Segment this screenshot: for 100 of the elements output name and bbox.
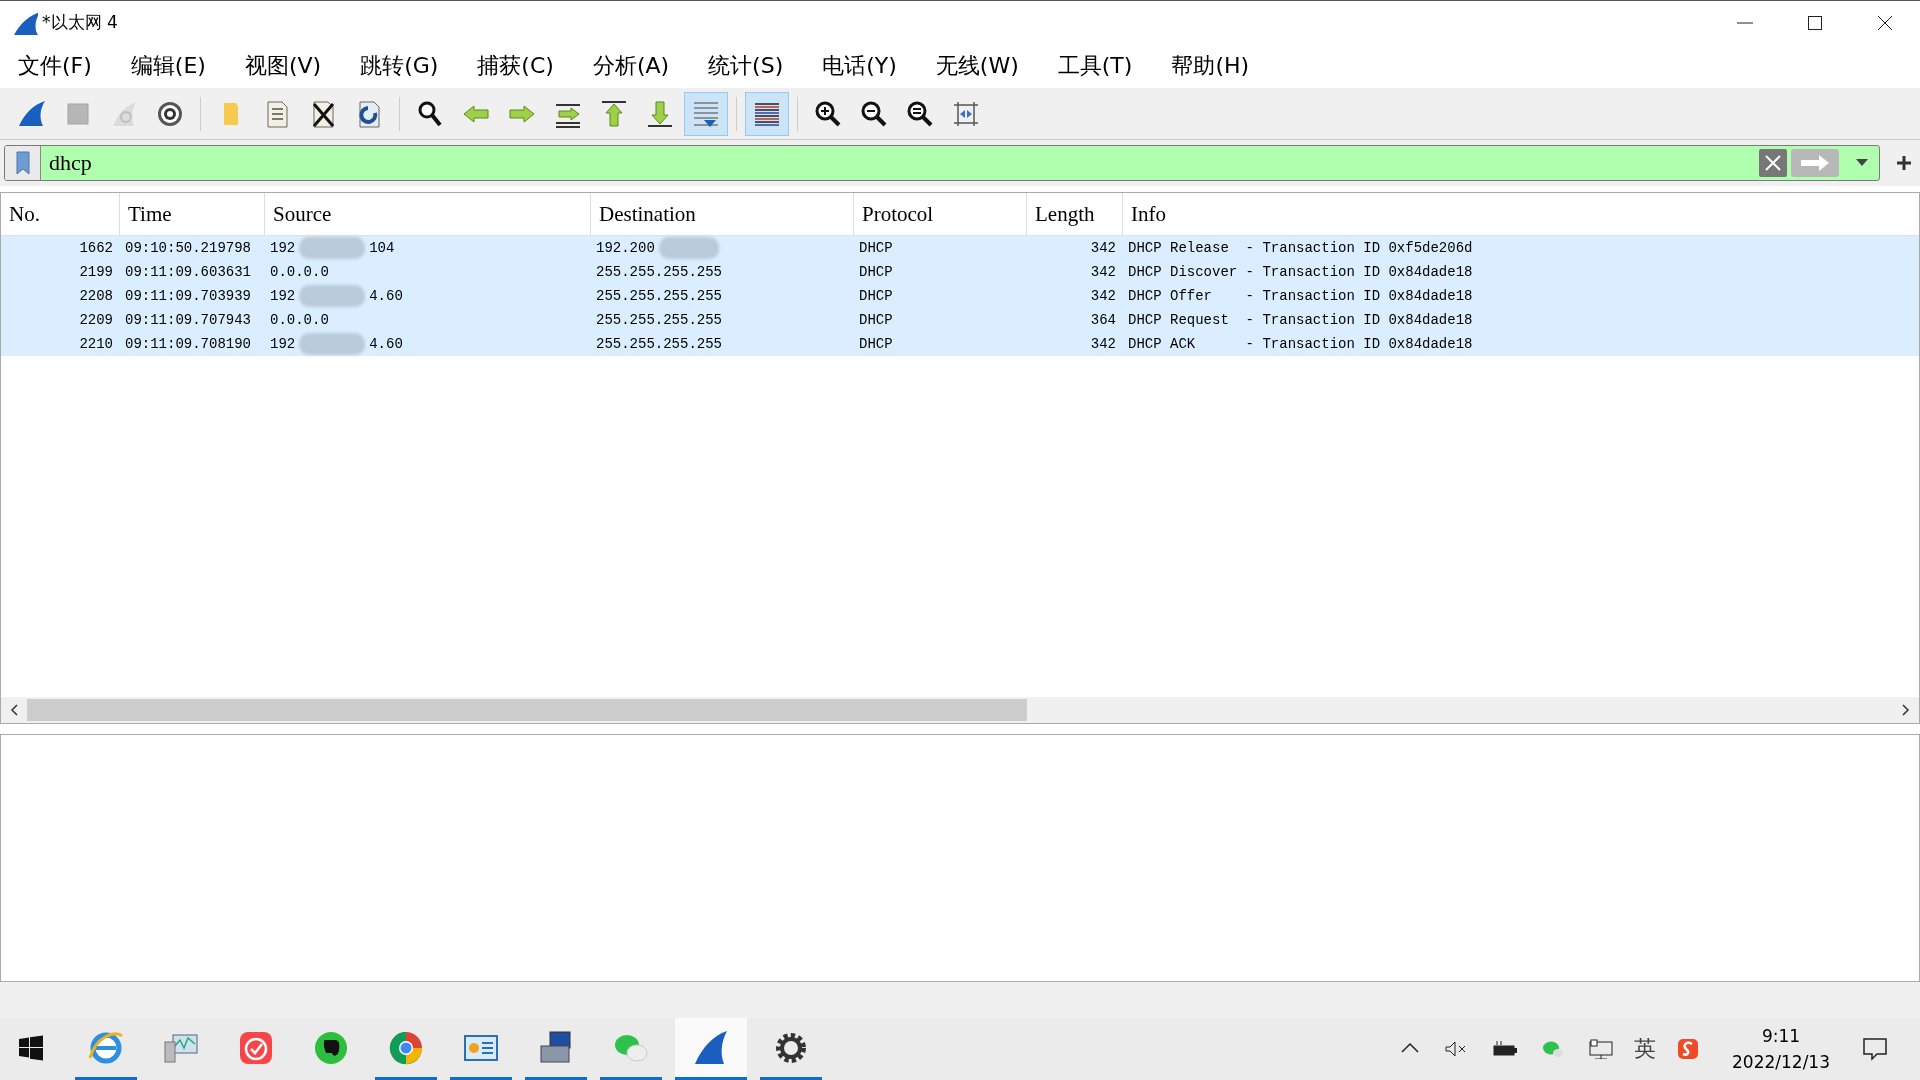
autoscroll-icon [691,99,721,129]
menu-item[interactable]: 分析(A) [580,51,682,81]
windows-logo-icon [18,1034,44,1061]
network-icon[interactable] [1588,1039,1614,1059]
table-cell: 192.200 [596,240,655,256]
clock-time: 9:11 [1761,1025,1801,1048]
menu-item[interactable]: 统计(S) [696,51,796,81]
table-cell: 255.255.255.255 [596,264,723,280]
table-cell-text: DHCP [858,312,894,328]
table-cell-text: 2199 [78,264,114,280]
table-cell-text: DHCP [858,264,894,280]
clock-date: 2022/12/13 [1732,1051,1830,1074]
menu-item[interactable]: 电话(Y) [810,51,909,81]
s-logo-icon[interactable] [1676,1037,1700,1061]
column-header[interactable]: Source [264,193,590,235]
menu-item[interactable]: 工具(T) [1045,51,1145,81]
column-header[interactable]: Destination [590,193,853,235]
table-cell-text: 2210 [78,336,114,352]
table-cell: 0.0.0.0 [270,312,329,328]
table-cell-text: 2208 [78,288,114,304]
table-cell: 192 [270,336,296,352]
table-cell: 104 [369,240,395,256]
notification-icon[interactable] [1862,1037,1888,1061]
maximize-icon [1806,13,1824,32]
table-cell-text: DHCP Offer - Transaction ID 0x84dade18 [1127,288,1474,304]
menu-item[interactable]: 帮助(H) [1159,51,1262,81]
filter-bar[interactable]: dhcp [4,145,1880,181]
menu-item[interactable]: 捕获(C) [465,51,566,81]
table-cell: 4.60 [369,336,403,352]
table-cell-text: 364 [1089,312,1117,328]
table-cell-text: 342 [1089,240,1117,256]
clock[interactable]: 9:11 2022/12/13 [1732,1023,1830,1075]
table-cell-text: DHCP [858,336,894,352]
menu-item[interactable]: 跳转(G) [348,51,451,81]
bookmark-icon [15,151,30,175]
column-header[interactable]: Info [1122,193,1919,235]
battery-icon[interactable] [1492,1039,1518,1059]
table-cell: 0.0.0.0 [270,264,329,280]
zoom-out-icon [859,99,889,129]
packet-row[interactable]: 1662 09:10:50.219798 192 104 192.200 DHCP 342 DHCP Release - Transaction ID 0xf5de206d [1,236,1919,260]
menu-item[interactable]: 文件(F) [6,51,104,81]
menu-item[interactable]: 视图(V) [232,51,334,81]
redaction-blur [299,333,366,355]
table-cell: 4.60 [369,288,403,304]
redaction-blur [299,237,366,259]
table-cell-text: 09:11:09.703939 [124,288,253,304]
table-cell: 192 [270,288,296,304]
zoom-in-icon [813,99,843,129]
shark-fin-icon [17,99,47,129]
up-arrow-icon [599,99,629,129]
settings-icon [155,99,185,129]
table-cell-text: DHCP [858,288,894,304]
minimize-icon [1737,21,1753,24]
menu-item[interactable]: 无线(W) [923,51,1031,81]
resize-columns-icon [951,99,981,129]
column-header[interactable]: No. [1,193,119,235]
table-cell: 255.255.255.255 [596,336,723,352]
table-cell-text: DHCP Request - Transaction ID 0x84dade18 [1127,312,1474,328]
table-cell-text: 1662 [78,240,114,256]
close-icon [1876,13,1894,32]
packet-row[interactable]: 2209 09:11:09.707943 0.0.0.0 255.255.255.255 DHCP 364 DHCP Request - Transaction ID 0x84dade18 [1,308,1919,332]
add-button[interactable] [1894,153,1914,173]
table-cell-text: DHCP [858,240,894,256]
close-icon [1763,153,1783,173]
table-cell: 192 [270,240,296,256]
redaction-blur [299,285,366,307]
table-cell: 255.255.255.255 [596,288,723,304]
column-header[interactable]: Length [1026,193,1122,235]
table-cell-text: 09:11:09.603631 [124,264,253,280]
table-cell-text: DHCP ACK - Transaction ID 0x84dade18 [1127,336,1474,352]
table-cell-text: 342 [1089,288,1117,304]
column-header[interactable]: Time [119,193,264,235]
table-cell: 255.255.255.255 [596,312,723,328]
table-cell-text: DHCP Release - Transaction ID 0xf5de206d [1127,240,1474,256]
column-header[interactable]: Protocol [853,193,1026,235]
clear-button[interactable] [1759,149,1787,177]
bookmark-button[interactable] [5,146,41,180]
table-cell-text: 342 [1089,336,1117,352]
packet-row[interactable]: 2210 09:11:09.708190 192 4.60 255.255.255.255 DHCP 342 DHCP ACK - Transaction ID 0x84dade18 [1,332,1919,356]
down-arrow-icon [645,99,675,129]
packet-row[interactable]: 2199 09:11:09.603631 0.0.0.0 255.255.255.255 DHCP 342 DHCP Discover - Transaction ID 0x84dade18 [1,260,1919,284]
table-cell-text: DHCP Discover - Transaction ID 0x84dade18 [1127,264,1474,280]
horizontal-scrollbar[interactable] [1,697,1919,723]
table-cell-text: 09:11:09.707943 [124,312,253,328]
caret-icon [1856,159,1868,167]
table-cell-text: 2209 [78,312,114,328]
table-cell-text: 342 [1089,264,1117,280]
zoom-reset-icon [905,99,935,129]
scrollbar-thumb[interactable] [27,699,1027,721]
menu-item[interactable]: 编辑(E) [118,51,218,81]
input-method-indicator[interactable]: 英 [1634,1034,1656,1064]
redaction-blur [658,237,719,259]
plus-icon [1896,155,1912,171]
table-cell-text: 09:11:09.708190 [124,336,253,352]
speaker-muted-icon[interactable] [1444,1039,1468,1059]
toolbar-button[interactable] [745,92,789,136]
packet-row[interactable]: 2208 09:11:09.703939 192 4.60 255.255.255.255 DHCP 342 DHCP Offer - Transaction ID 0x84dade18 [1,284,1919,308]
window-title: *以太网 4 [42,11,118,34]
table-cell-text: 09:10:50.219798 [124,240,253,256]
right-arrow-icon [1799,154,1831,172]
